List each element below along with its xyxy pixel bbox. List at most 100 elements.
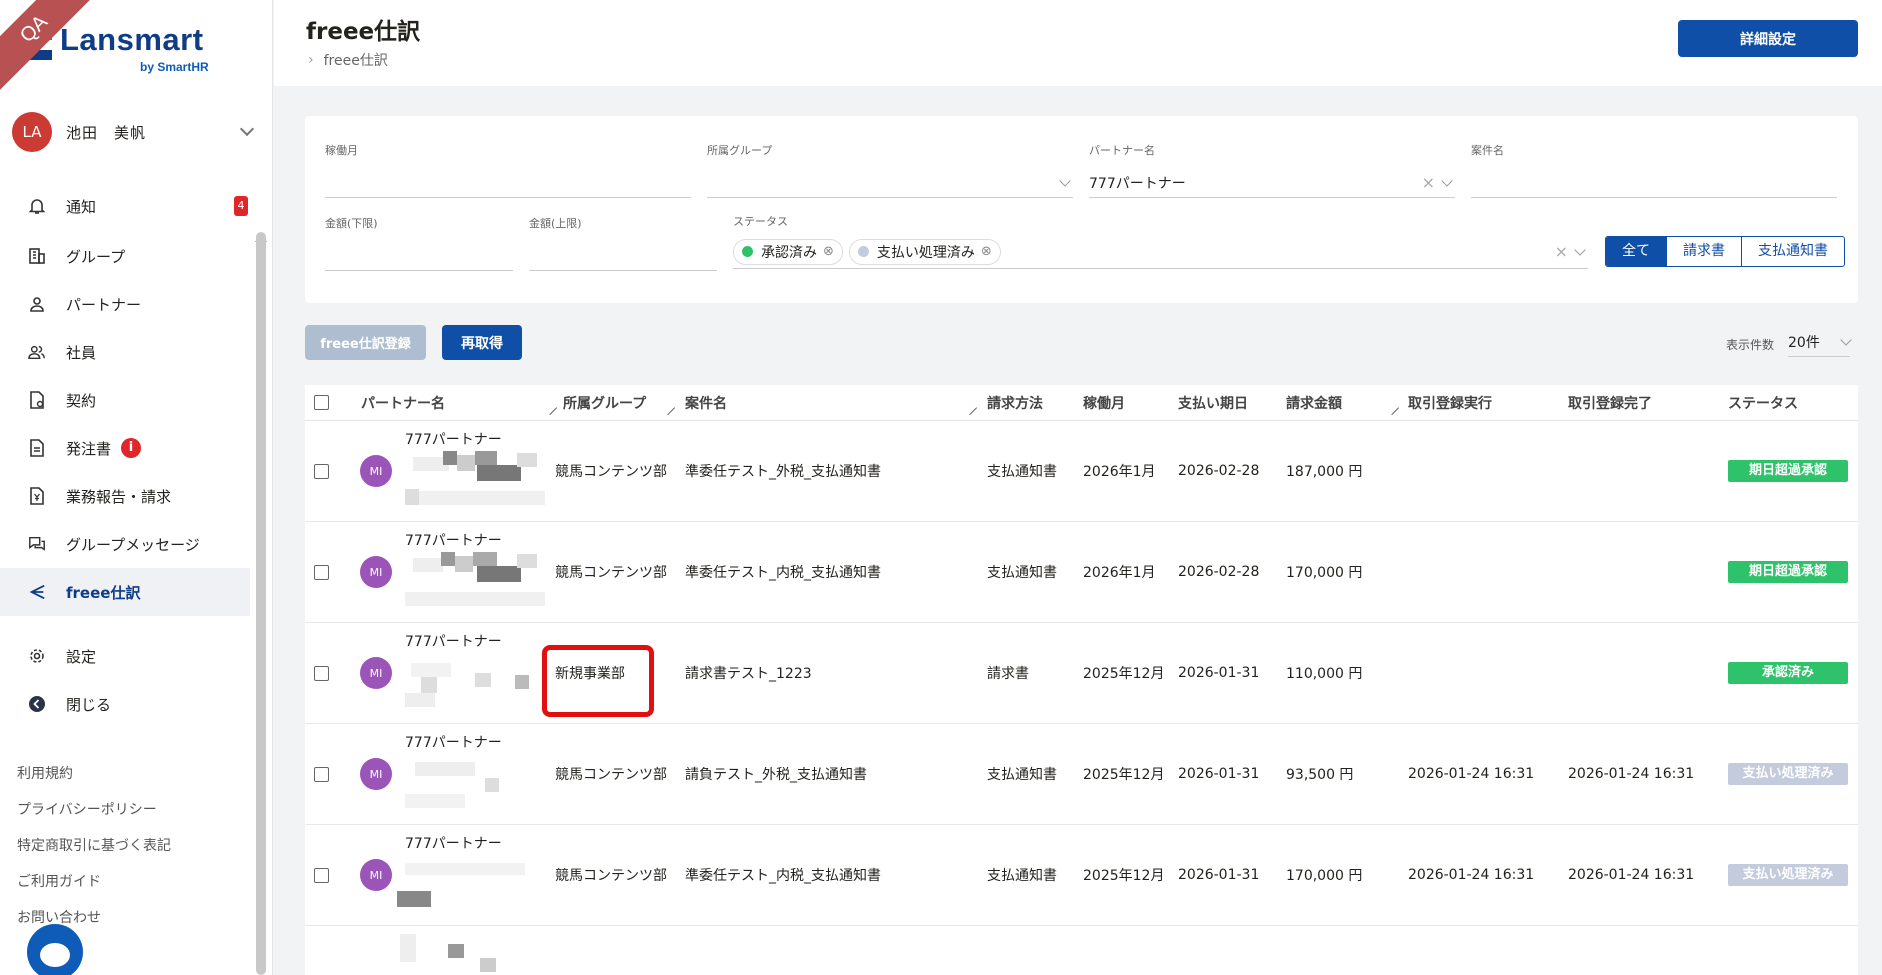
table-row[interactable] bbox=[305, 926, 1858, 975]
chevron-down-icon bbox=[1840, 334, 1852, 346]
resize-handle-icon[interactable] bbox=[1384, 400, 1400, 416]
logo-text: Lansmart bbox=[60, 22, 204, 57]
partner-cell: 777パートナー bbox=[405, 732, 545, 822]
project-cell[interactable]: 準委任テスト_内税_支払通知書 bbox=[685, 562, 881, 582]
status-chip-paid[interactable]: 支払い処理済み ⊗ bbox=[848, 238, 1001, 265]
column-header-status[interactable]: ステータス bbox=[1728, 393, 1798, 413]
row-checkbox[interactable] bbox=[314, 665, 329, 681]
partner-select-value: 777パートナー bbox=[1089, 175, 1186, 192]
invoice-yen-icon bbox=[28, 487, 46, 505]
status-badge: 期日超過承認 bbox=[1728, 561, 1848, 583]
partner-select[interactable]: 777パートナー × bbox=[1089, 168, 1455, 198]
clear-icon[interactable]: × bbox=[1555, 242, 1568, 261]
freee-logo-icon bbox=[28, 583, 46, 601]
select-all-checkbox[interactable] bbox=[314, 395, 329, 410]
status-multiselect[interactable]: 承認済み ⊗ 支払い処理済み ⊗ × bbox=[733, 235, 1588, 269]
month-cell: 2026年1月 bbox=[1083, 464, 1156, 480]
avatar: MI bbox=[360, 859, 392, 891]
sidebar-item-group[interactable]: グループ bbox=[0, 232, 250, 280]
guide-link[interactable]: ご利用ガイド bbox=[17, 870, 171, 906]
column-header-done[interactable]: 取引登録完了 bbox=[1568, 393, 1652, 413]
column-header-group[interactable]: 所属グループ bbox=[563, 393, 646, 413]
row-checkbox[interactable] bbox=[314, 867, 329, 883]
amount-cell: 187,000 円 bbox=[1286, 464, 1363, 480]
column-header-method[interactable]: 請求方法 bbox=[987, 393, 1043, 413]
column-header-project[interactable]: 案件名 bbox=[685, 393, 727, 413]
sidebar-item-close[interactable]: 閉じる bbox=[0, 680, 250, 728]
toggle-invoice[interactable]: 請求書 bbox=[1666, 237, 1741, 266]
status-badge: 承認済み bbox=[1728, 662, 1848, 684]
status-filter: ステータス 承認済み ⊗ 支払い処理済み ⊗ × bbox=[733, 213, 1588, 269]
breadcrumb-item[interactable]: freee仕訳 bbox=[324, 50, 388, 70]
column-header-month[interactable]: 稼働月 bbox=[1083, 393, 1125, 413]
refetch-button[interactable]: 再取得 bbox=[442, 325, 522, 360]
page-header: freee仕訳 › freee仕訳 詳細設定 bbox=[274, 0, 1882, 86]
chip-remove-icon[interactable]: ⊗ bbox=[823, 244, 834, 259]
contract-document-icon bbox=[28, 391, 46, 409]
logo-subtext: by SmartHR bbox=[140, 60, 209, 74]
chat-icon bbox=[40, 943, 70, 967]
sidebar-item-group-message[interactable]: グループメッセージ bbox=[0, 520, 250, 568]
sidebar-item-order[interactable]: 発注書 i bbox=[0, 424, 250, 472]
redacted-mosaic bbox=[405, 754, 545, 818]
table-row[interactable]: MI 777パートナー 競馬コンテンツ部 準委任テスト_内税_支払通知書 支払通… bbox=[305, 522, 1858, 623]
table-row[interactable]: MI 777パートナー 競馬コンテンツ部 準委任テスト_内税_支払通知書 支払通… bbox=[305, 825, 1858, 926]
row-checkbox[interactable] bbox=[314, 463, 329, 479]
resize-handle-icon[interactable] bbox=[962, 400, 978, 416]
amount-max-input[interactable] bbox=[529, 241, 717, 271]
sidebar-item-settings[interactable]: 設定 bbox=[0, 632, 250, 680]
row-checkbox[interactable] bbox=[314, 766, 329, 782]
person-icon bbox=[28, 295, 46, 313]
freee-register-button[interactable]: freee仕訳登録 bbox=[305, 325, 426, 360]
terms-link[interactable]: 利用規約 bbox=[17, 762, 171, 798]
sidebar-item-contract[interactable]: 契約 bbox=[0, 376, 250, 424]
sidebar-item-label: グループメッセージ bbox=[66, 535, 200, 554]
sidebar-item-partner[interactable]: パートナー bbox=[0, 280, 250, 328]
sidebar-item-freee[interactable]: freee仕訳 bbox=[0, 568, 250, 616]
table-row[interactable]: MI 777パートナー 競馬コンテンツ部 請負テスト_外税_支払通知書 支払通知… bbox=[305, 724, 1858, 825]
table-row[interactable]: MI 777パートナー 競馬コンテンツ部 準委任テスト_外税_支払通知書 支払通… bbox=[305, 421, 1858, 522]
status-chip-approved[interactable]: 承認済み ⊗ bbox=[733, 238, 843, 265]
project-cell[interactable]: 請負テスト_外税_支払通知書 bbox=[685, 764, 867, 784]
project-cell[interactable]: 請求書テスト_1223 bbox=[685, 663, 812, 683]
chip-label: 承認済み bbox=[761, 244, 817, 261]
chat-support-button[interactable] bbox=[27, 924, 83, 975]
month-cell: 2026年1月 bbox=[1083, 565, 1156, 581]
project-cell[interactable]: 準委任テスト_外税_支払通知書 bbox=[685, 461, 881, 481]
group-select[interactable] bbox=[707, 168, 1073, 198]
detail-settings-button[interactable]: 詳細設定 bbox=[1678, 20, 1858, 57]
sidebar-item-notifications[interactable]: 通知 4 bbox=[0, 182, 250, 230]
resize-handle-icon[interactable] bbox=[660, 400, 676, 416]
chip-remove-icon[interactable]: ⊗ bbox=[981, 244, 992, 259]
toggle-all[interactable]: 全て bbox=[1606, 237, 1666, 266]
column-header-due[interactable]: 支払い期日 bbox=[1178, 393, 1248, 413]
column-header-partner[interactable]: パートナー名 bbox=[361, 393, 445, 413]
month-cell: 2025年12月 bbox=[1083, 767, 1165, 783]
page-size-value: 20件 bbox=[1788, 335, 1820, 351]
user-menu[interactable]: LA 池田 美帆 bbox=[12, 112, 260, 152]
resize-handle-icon[interactable] bbox=[542, 400, 558, 416]
project-cell[interactable]: 準委任テスト_内税_支払通知書 bbox=[685, 865, 881, 885]
journal-table: パートナー名 所属グループ 案件名 請求方法 稼働月 支払い期日 請求金額 取引… bbox=[305, 385, 1858, 975]
table-row[interactable]: MI 777パートナー 新規事業部 請求書テスト_1223 請求書 2025年1… bbox=[305, 623, 1858, 724]
column-header-amount[interactable]: 請求金額 bbox=[1286, 393, 1342, 413]
amount-min-input[interactable] bbox=[325, 241, 513, 271]
field-label: 所属グループ bbox=[707, 144, 773, 157]
partner-name: 777パートナー bbox=[405, 735, 502, 751]
privacy-link[interactable]: プライバシーポリシー bbox=[17, 798, 171, 834]
amount-cell: 170,000 円 bbox=[1286, 868, 1363, 884]
method-cell: 支払通知書 bbox=[987, 565, 1057, 581]
month-input[interactable] bbox=[325, 168, 691, 198]
toggle-payment-notice[interactable]: 支払通知書 bbox=[1741, 237, 1844, 266]
building-icon bbox=[28, 247, 46, 265]
column-header-exec[interactable]: 取引登録実行 bbox=[1408, 393, 1492, 413]
field-label: 金額(下限) bbox=[325, 217, 378, 230]
clear-icon[interactable]: × bbox=[1422, 173, 1435, 192]
sidebar-item-report[interactable]: 業務報告・請求 bbox=[0, 472, 250, 520]
sidebar-item-employee[interactable]: 社員 bbox=[0, 328, 250, 376]
row-checkbox[interactable] bbox=[314, 564, 329, 580]
page-size-select[interactable]: 20件 bbox=[1788, 332, 1852, 357]
sidebar-scrollbar[interactable] bbox=[256, 232, 266, 975]
commercial-law-link[interactable]: 特定商取引に基づく表記 bbox=[17, 834, 171, 870]
project-input[interactable] bbox=[1471, 168, 1837, 198]
